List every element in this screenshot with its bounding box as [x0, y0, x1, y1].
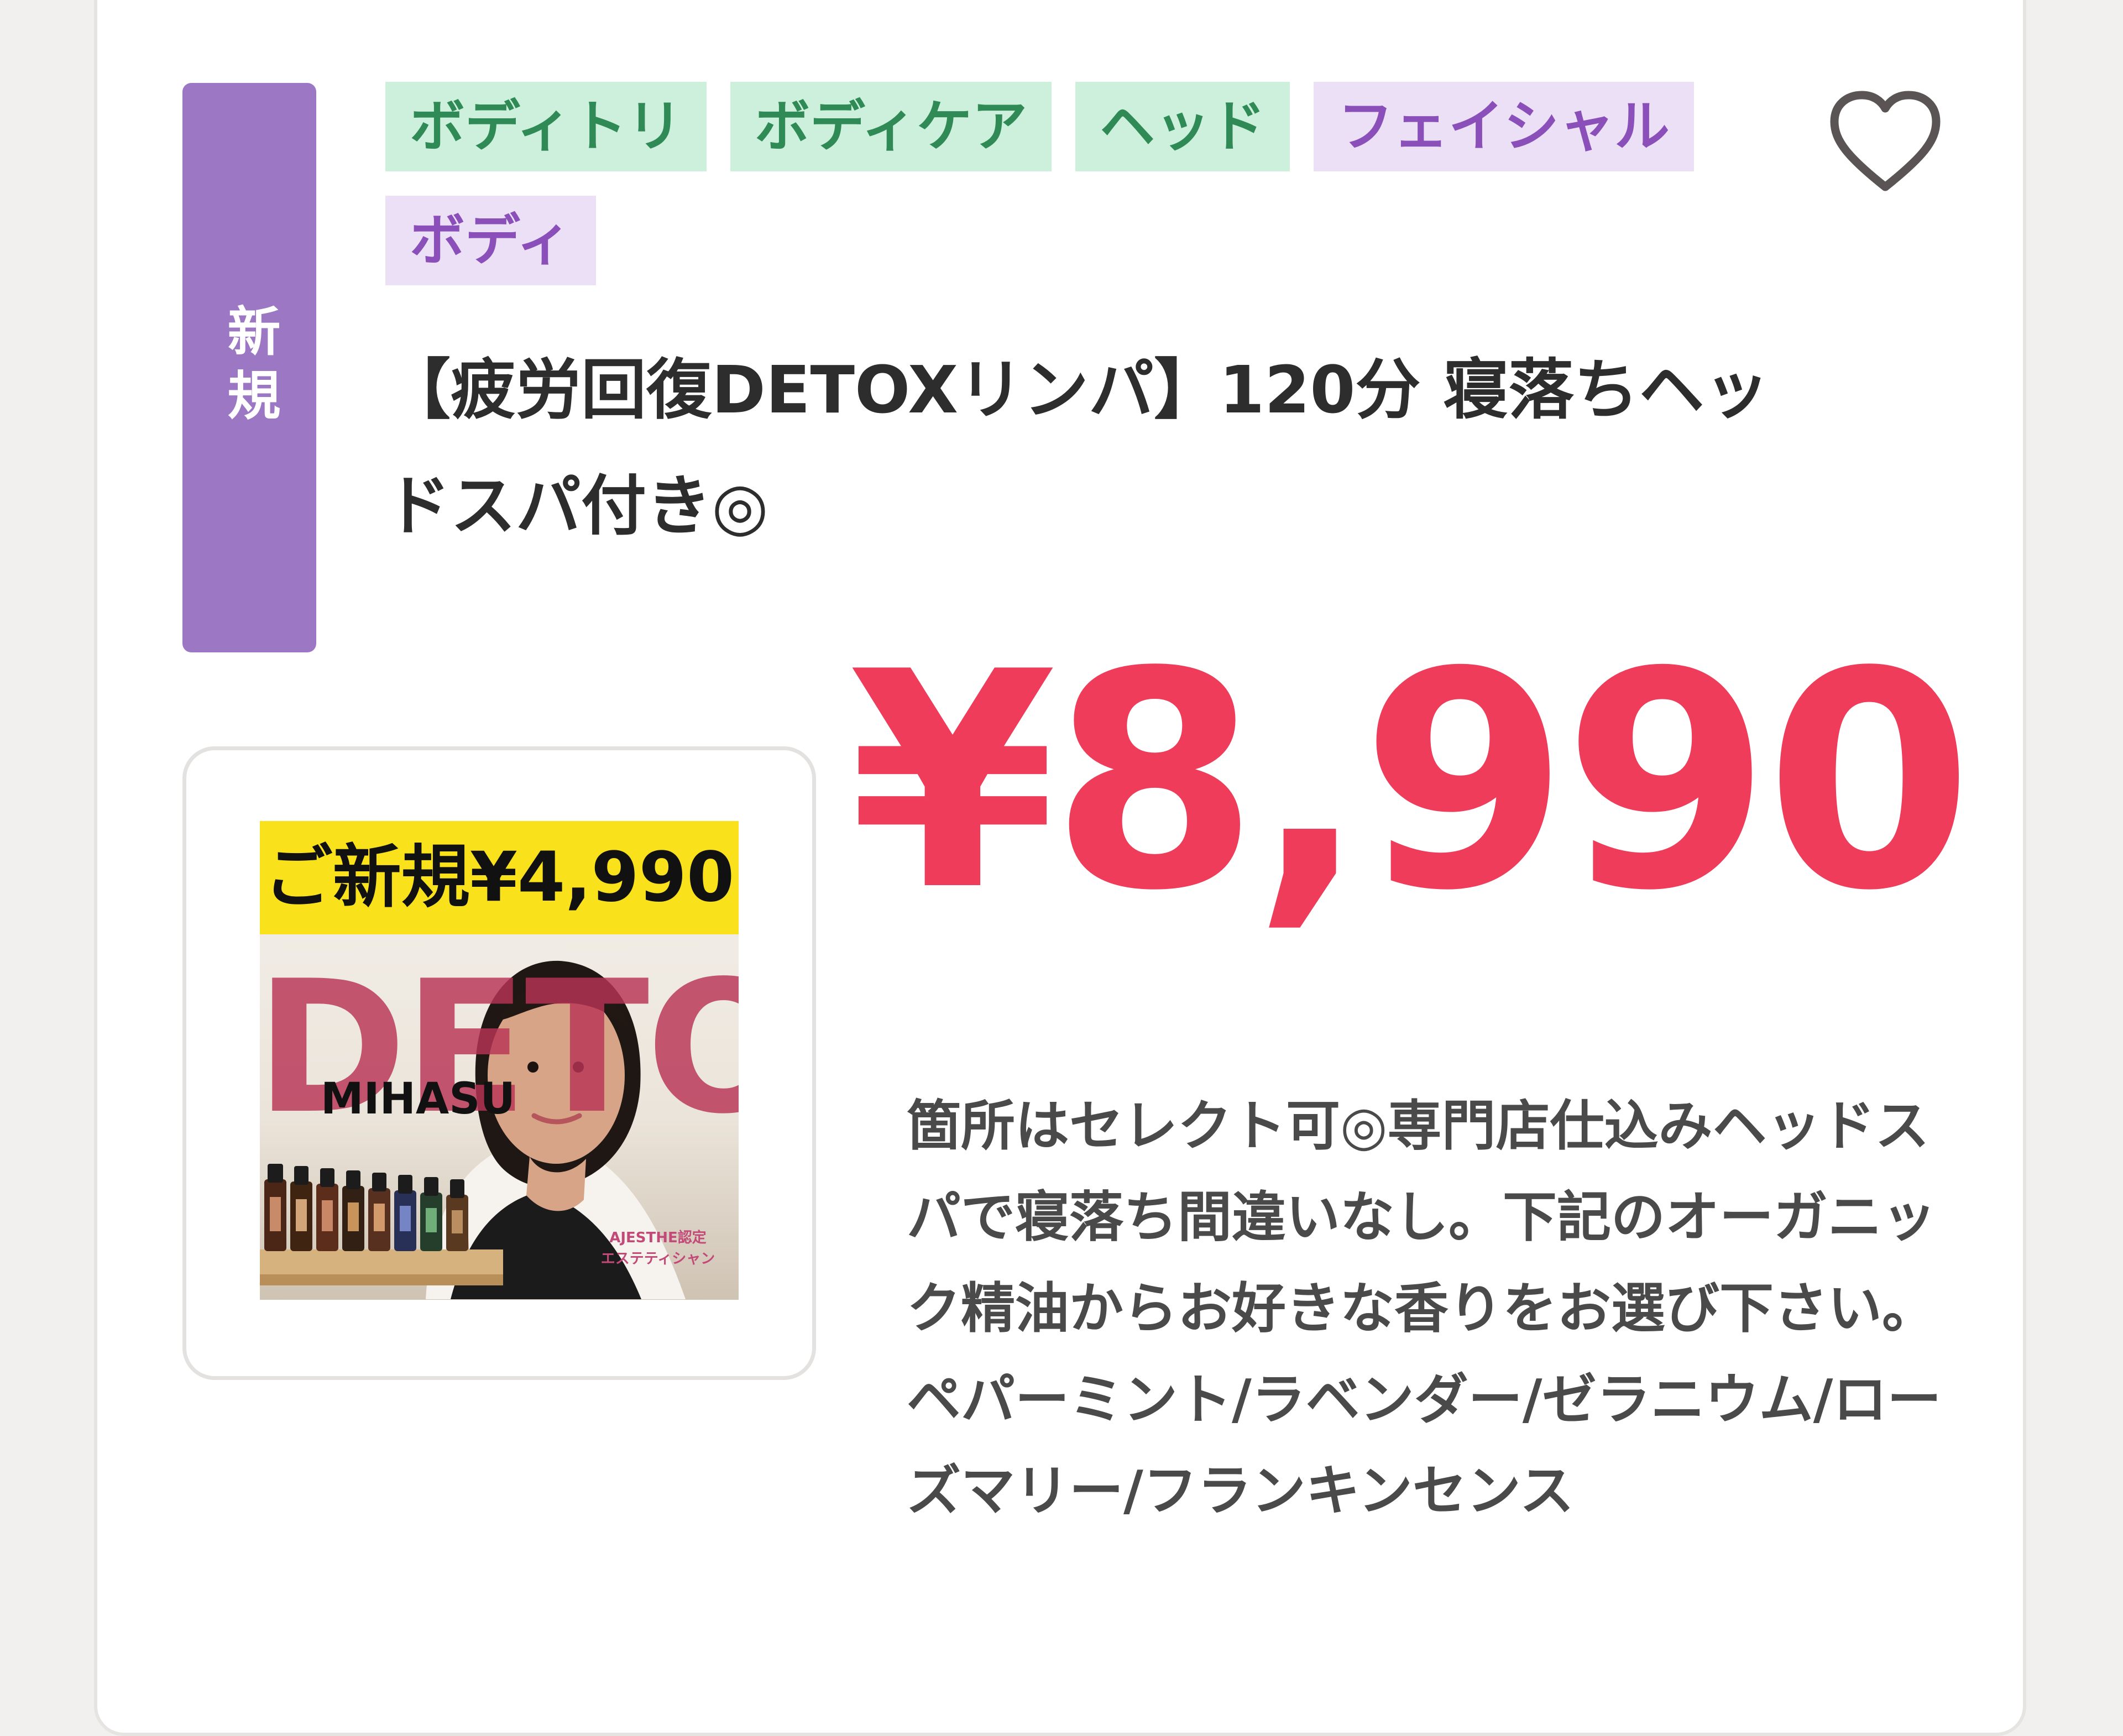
price: ¥8,990 — [849, 609, 1973, 956]
thumbnail-caption: AJESTHE認定 エステティシャン — [600, 1230, 715, 1267]
menu-description: 箇所はセレクト可◎専門店仕込みヘッドスパで寝落ち間違いなし。下記のオーガニック精… — [907, 1095, 1942, 1523]
thumbnail-name: MIHASU — [321, 1074, 515, 1124]
heart-icon — [1830, 91, 1941, 191]
menu-title[interactable]: 【疲労回復DETOXリンパ】120分 寝落ちヘッドスパ付き◎ — [385, 332, 1806, 564]
category-tags: ボディトリ ボディケア ヘッド フェイシャル ボディ — [385, 82, 1756, 285]
tag-body-care: ボディケア — [730, 82, 1052, 171]
oil-bottles-image — [260, 1164, 503, 1285]
new-badge: 新規 — [182, 83, 316, 652]
favorite-button[interactable] — [1824, 87, 1946, 198]
tag-body: ボディ — [385, 196, 596, 285]
thumbnail-banner: ご新規¥4,990 — [260, 821, 739, 934]
tag-body-tri: ボディトリ — [385, 82, 707, 171]
tag-facial: フェイシャル — [1314, 82, 1694, 171]
menu-thumbnail[interactable]: ご新規¥4,990 DETOX MIHASU — [260, 821, 739, 1300]
tag-head: ヘッド — [1075, 82, 1290, 171]
